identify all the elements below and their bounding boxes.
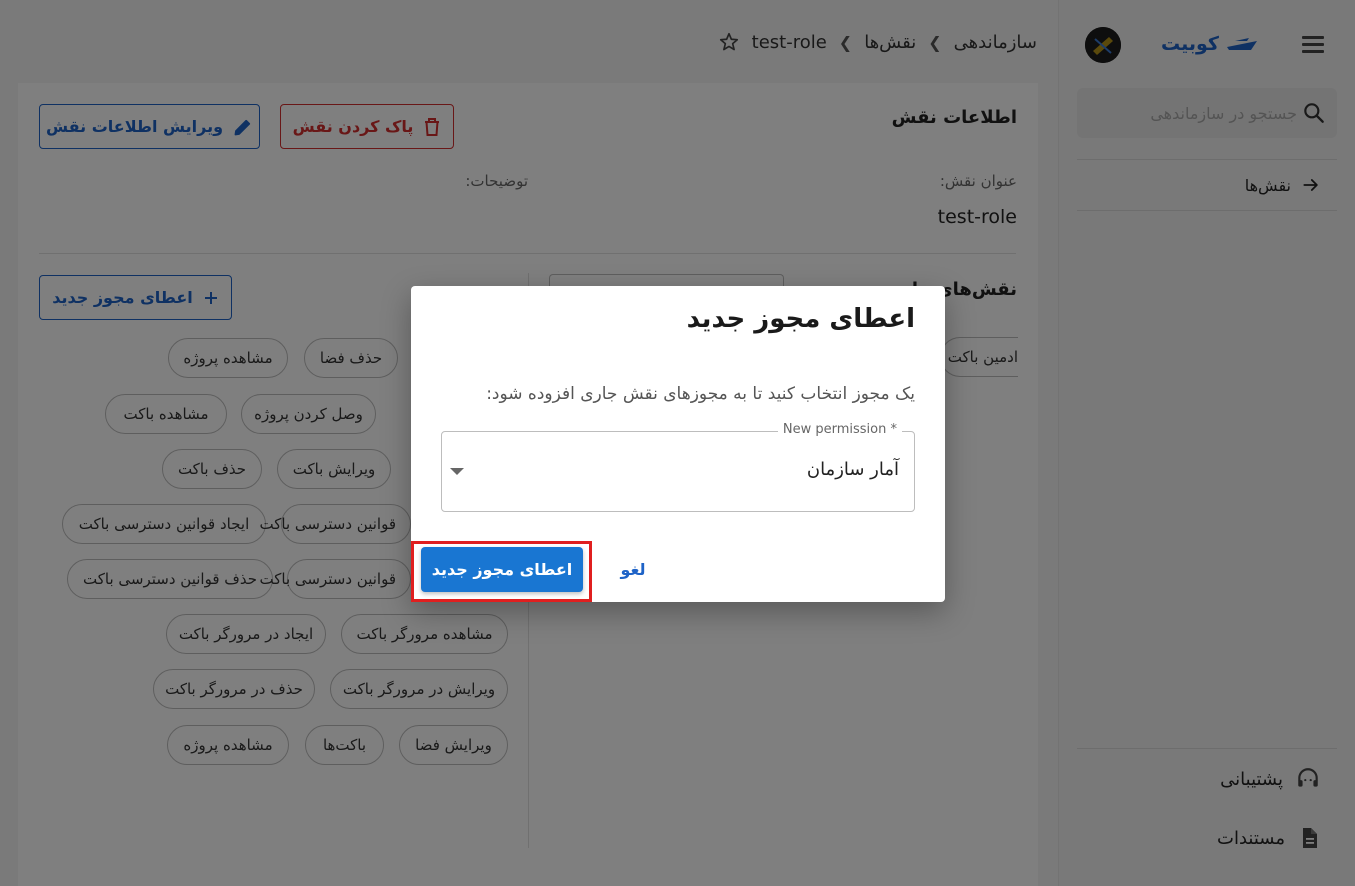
permission-select[interactable]: New permission * آمار سازمان xyxy=(441,422,915,512)
dialog-description: یک مجوز انتخاب کنید تا به مجوزهای نقش جا… xyxy=(486,384,915,404)
dialog-title: اعطای مجوز جدید xyxy=(686,304,915,334)
permission-select-value: آمار سازمان xyxy=(806,459,899,480)
grant-permission-dialog: اعطای مجوز جدید یک مجوز انتخاب کنید تا ب… xyxy=(411,286,945,602)
grant-permission-button[interactable]: اعطای مجوز جدید xyxy=(421,547,583,592)
permission-select-label: New permission * xyxy=(777,422,902,437)
caret-down-icon xyxy=(450,468,464,475)
cancel-button[interactable]: لغو xyxy=(607,552,659,586)
